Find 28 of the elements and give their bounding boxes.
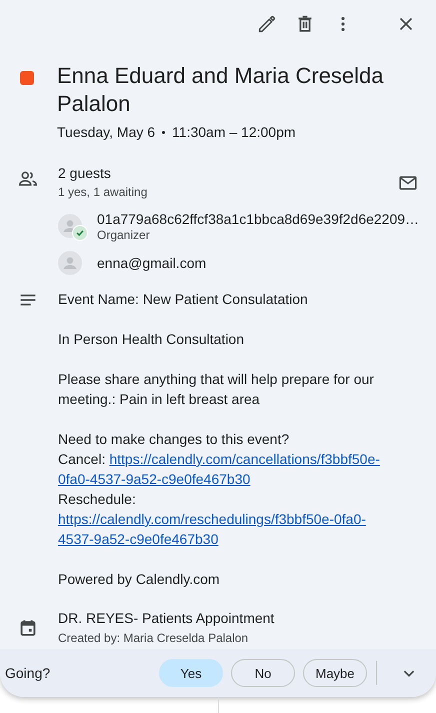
link[interactable]: 4537-9a52-c9e0fe467b30 bbox=[58, 531, 218, 547]
rsvp-button[interactable]: Maybe bbox=[303, 659, 367, 687]
calendar-name: DR. REYES- Patients Appointment bbox=[58, 609, 274, 627]
edit-icon[interactable] bbox=[256, 13, 278, 35]
guest-name: enna@gmail.com bbox=[97, 254, 206, 272]
guest-count: 2 guests bbox=[58, 164, 112, 182]
going-label: Going? bbox=[5, 665, 52, 681]
separator-dot bbox=[162, 130, 166, 134]
description-text: In Person Health Consultation bbox=[58, 331, 244, 347]
event-time: 11:30am – 12:00pm bbox=[172, 124, 296, 140]
link[interactable]: https://calendly.com/cancellations/f3bbf50e- bbox=[109, 451, 380, 467]
description-text: Powered by Calendly.com bbox=[58, 571, 220, 587]
calendar-creator: Created by: Maria Creselda Palalon bbox=[58, 630, 250, 646]
rsvp-button[interactable]: No bbox=[231, 659, 295, 687]
rsvp-button[interactable]: Yes bbox=[159, 659, 223, 687]
description-text: Need to make changes to this event? bbox=[58, 431, 290, 447]
link[interactable]: https://calendly.com/reschedulings/f3bbf50e-0fa0- bbox=[58, 511, 366, 527]
description-text: Event Name: New Patient Consulatation bbox=[58, 291, 308, 307]
guest-role: Organizer bbox=[97, 228, 151, 242]
link[interactable]: 0fa0-4537-9a52-c9e0fe467b30 bbox=[58, 471, 250, 487]
guest-summary: 1 yes, 1 awaiting bbox=[58, 184, 148, 200]
guest-name: 01a779a68c62ffcf38a1c1bbca8d69e39f2d6e2209… bbox=[97, 210, 420, 228]
description-text: Please share anything that will help prepare for our meeting.: Pain in left breast area bbox=[58, 371, 374, 407]
description-text: Reschedule: bbox=[58, 491, 136, 507]
event-title: Enna Eduard and Maria Creselda Palalon bbox=[57, 62, 385, 118]
description-text: Cancel: bbox=[58, 451, 106, 467]
event-date: Tuesday, May 6 bbox=[57, 124, 156, 140]
avatar-icon bbox=[58, 251, 82, 275]
